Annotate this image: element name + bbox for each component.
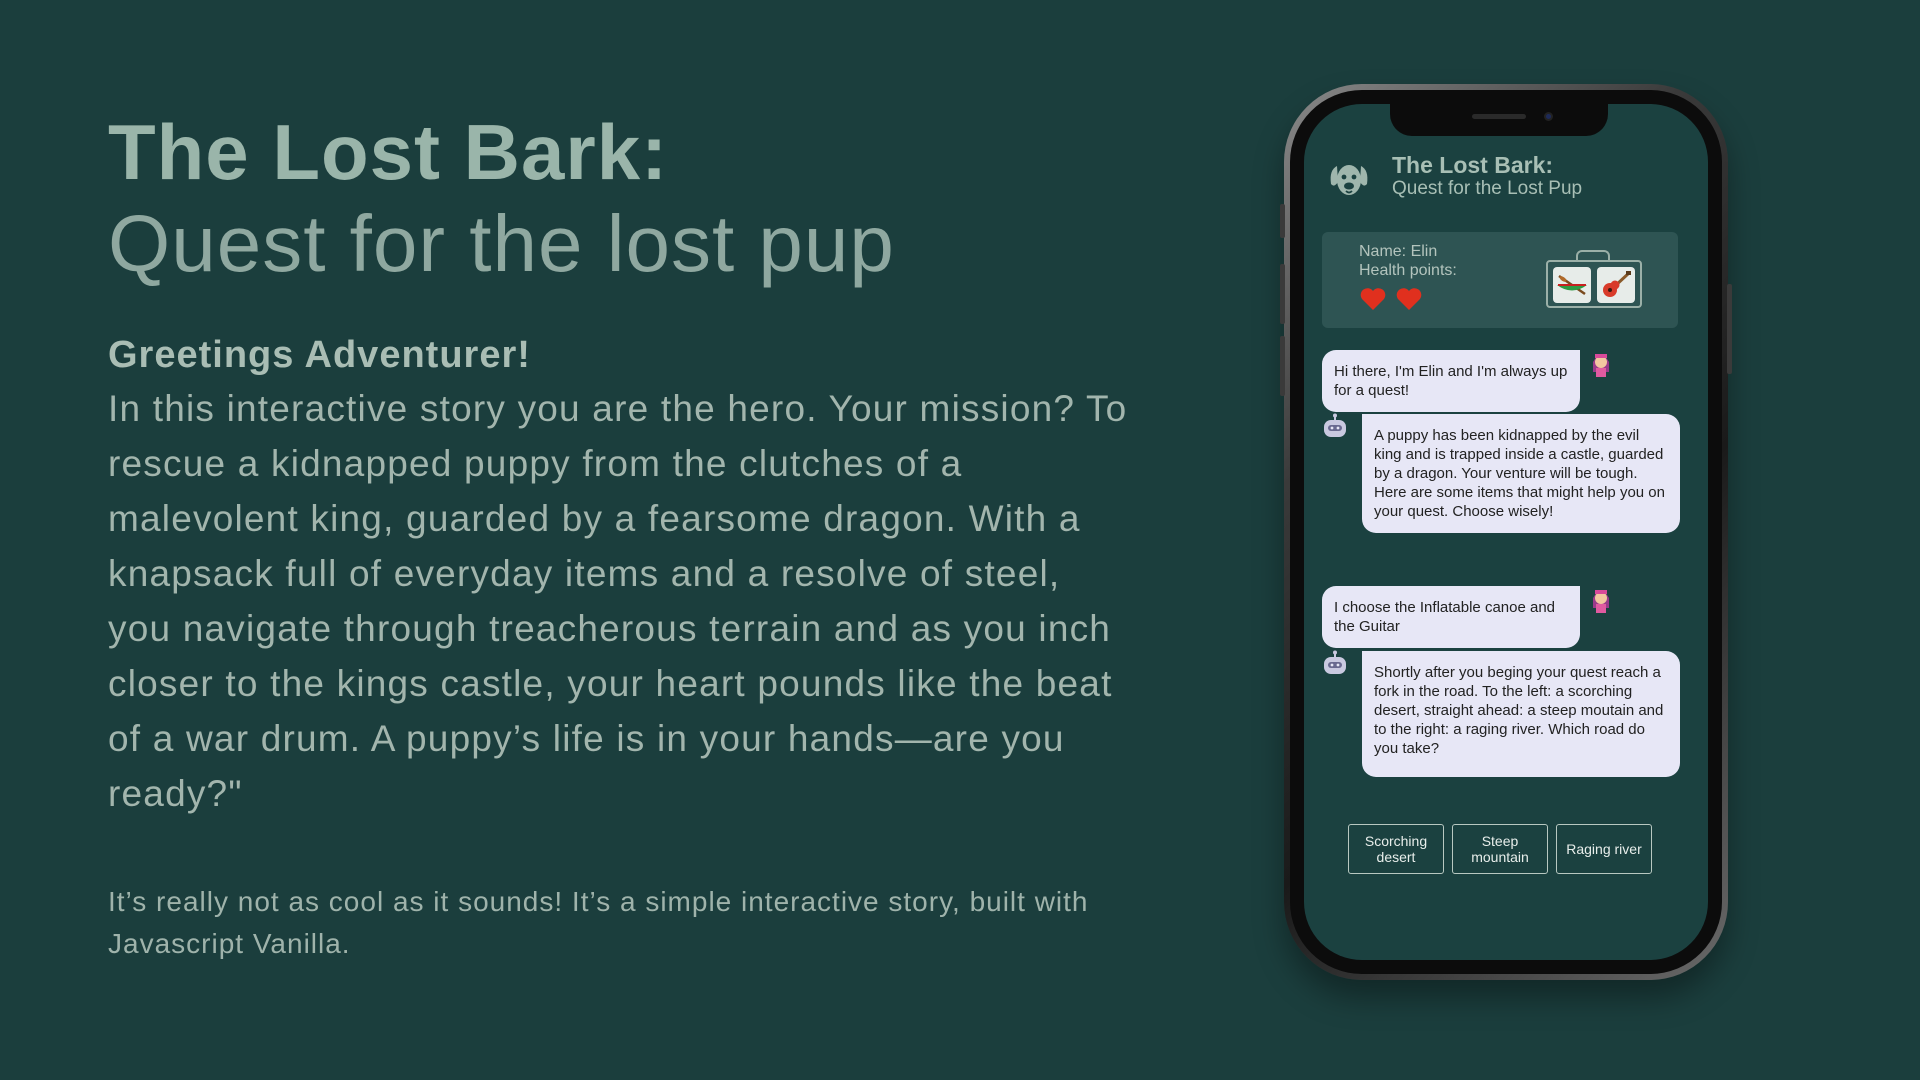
intro-section: The Lost Bark: Quest for the lost pup Gr… <box>108 108 1138 965</box>
app-header: The Lost Bark: Quest for the Lost Pup <box>1326 152 1582 202</box>
phone-mute-switch <box>1280 204 1285 238</box>
inventory-slot-guitar[interactable] <box>1597 267 1635 303</box>
choice-scorching-desert[interactable]: Scorching desert <box>1348 824 1444 874</box>
phone-mockup: The Lost Bark: Quest for the Lost Pup Na… <box>1280 84 1732 980</box>
page-subtitle: Quest for the lost pup <box>108 198 895 288</box>
project-note: It’s really not as cool as it sounds! It… <box>108 885 1089 959</box>
phone-power-button <box>1727 284 1732 374</box>
page-title: The Lost Bark: <box>108 108 669 196</box>
canoe-icon <box>1557 274 1587 296</box>
choice-buttons: Scorching desert Steep mountain Raging r… <box>1348 824 1652 874</box>
knapsack <box>1546 250 1642 312</box>
bot-message: Shortly after you beging your quest reac… <box>1362 651 1680 777</box>
greeting-heading: Greetings Adventurer! <box>108 333 531 376</box>
camera-icon <box>1544 112 1553 121</box>
heart-icon <box>1396 288 1422 310</box>
player-status-card: Name: Elin Health points: <box>1322 232 1678 328</box>
player-name: Name: Elin <box>1359 243 1438 260</box>
user-message: Hi there, I'm Elin and I'm always up for… <box>1322 350 1580 412</box>
user-message: I choose the Inflatable canoe and the Gu… <box>1322 586 1580 648</box>
phone-notch <box>1390 104 1608 136</box>
app-title: The Lost Bark: <box>1392 152 1554 178</box>
choice-raging-river[interactable]: Raging river <box>1556 824 1652 874</box>
guitar-icon <box>1603 271 1631 297</box>
bot-avatar-icon <box>1324 413 1346 437</box>
user-avatar-icon <box>1593 354 1609 377</box>
app-subtitle: Quest for the Lost Pup <box>1392 178 1583 200</box>
health-label: Health points: <box>1359 262 1457 279</box>
phone-volume-up <box>1280 264 1285 324</box>
choice-steep-mountain[interactable]: Steep mountain <box>1452 824 1548 874</box>
bot-avatar-icon <box>1324 650 1346 674</box>
bot-message: A puppy has been kidnapped by the evil k… <box>1362 414 1680 533</box>
intro-paragraph: In this interactive story you are the he… <box>108 387 1128 814</box>
phone-volume-down <box>1280 336 1285 396</box>
speaker-grille <box>1472 114 1526 119</box>
dog-face-icon <box>1330 165 1368 195</box>
app-screen: The Lost Bark: Quest for the Lost Pup Na… <box>1304 104 1708 960</box>
user-avatar-icon <box>1593 590 1609 613</box>
heart-icon <box>1360 288 1386 310</box>
inventory-slot-canoe[interactable] <box>1553 267 1591 303</box>
health-hearts <box>1359 286 1457 312</box>
